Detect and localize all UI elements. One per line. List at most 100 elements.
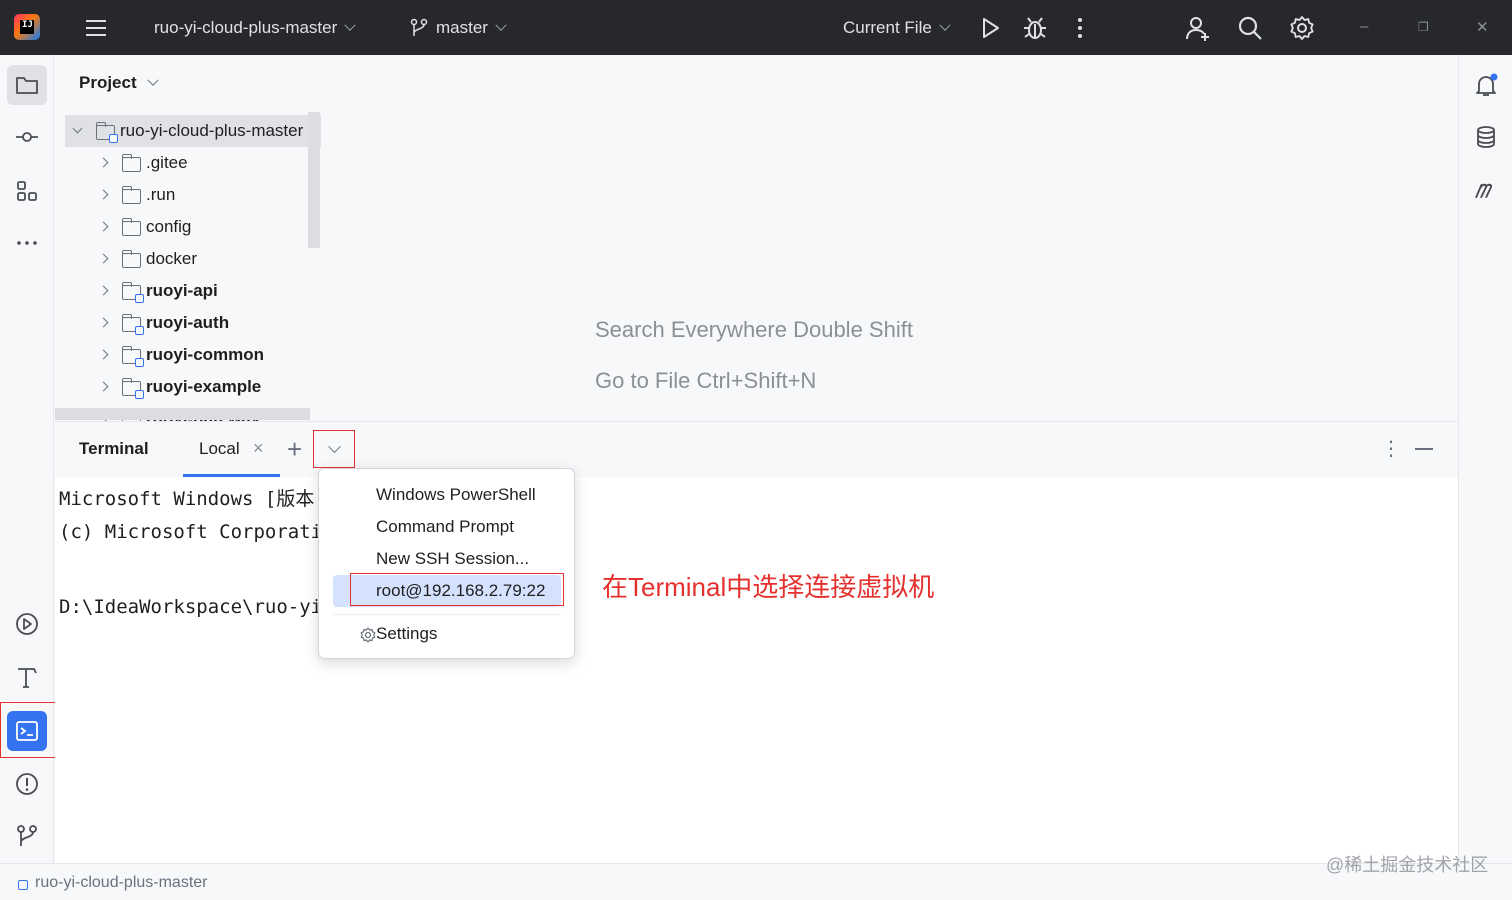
right-tool-strip <box>1458 55 1512 863</box>
module-folder-icon <box>121 378 144 399</box>
project-panel-title[interactable]: Project <box>79 73 159 93</box>
chevron-down-icon <box>327 439 341 453</box>
chevron-right-icon[interactable] <box>98 381 109 392</box>
more-horizontal-icon <box>17 241 37 245</box>
terminal-tab-label: Local <box>199 439 240 458</box>
folder-icon <box>16 77 38 94</box>
run-icon[interactable] <box>976 14 1004 42</box>
commit-tool-button[interactable] <box>7 117 47 157</box>
search-icon[interactable] <box>1236 14 1264 42</box>
terminal-tab-local[interactable]: Local × <box>183 422 280 477</box>
notifications-button[interactable] <box>1466 65 1506 105</box>
run-config-selector[interactable]: Current File <box>843 0 951 55</box>
branch-selector[interactable]: master <box>410 0 507 55</box>
structure-icon <box>17 181 37 201</box>
chevron-right-icon[interactable] <box>98 349 109 360</box>
project-vertical-scrollbar[interactable] <box>308 112 320 248</box>
terminal-title: Terminal <box>79 439 149 458</box>
project-panel: Project ruo-yi-cloud-plus-master .gitee .r… <box>55 55 323 421</box>
bell-icon <box>1476 73 1498 96</box>
chevron-right-icon[interactable] <box>98 253 109 264</box>
popup-item-command-prompt[interactable]: Command Prompt <box>333 511 561 543</box>
project-tree-row[interactable]: config <box>55 211 323 243</box>
commit-icon <box>16 132 38 142</box>
chevron-down-icon[interactable] <box>72 123 83 134</box>
structure-tool-button[interactable] <box>7 171 47 211</box>
intellij-logo-icon[interactable]: IJ <box>14 14 40 40</box>
terminal-dropdown-button[interactable] <box>313 430 355 468</box>
project-selector[interactable]: ruo-yi-cloud-plus-master <box>154 0 356 55</box>
project-tree-row[interactable]: ruoyi-example <box>55 371 323 403</box>
editor-area: Search Everywhere Double Shift Go to Fil… <box>323 55 1458 421</box>
chevron-down-icon <box>495 19 507 31</box>
module-folder-icon <box>95 122 118 143</box>
left-tool-strip <box>0 55 57 863</box>
popup-item-new-ssh-session[interactable]: New SSH Session... <box>333 543 561 575</box>
folder-icon <box>121 186 141 204</box>
chevron-right-icon[interactable] <box>98 157 109 168</box>
project-tree-row[interactable]: ruo-yi-cloud-plus-master <box>65 115 321 147</box>
terminal-header: Terminal Local × + ⋮ <box>55 422 1458 477</box>
folder-icon <box>121 154 141 172</box>
project-tree-row[interactable]: ruoyi-auth <box>55 307 323 339</box>
popup-item-powershell[interactable]: Windows PowerShell <box>333 479 561 511</box>
project-horizontal-scrollbar[interactable] <box>55 408 310 420</box>
close-window-button[interactable]: ✕ <box>1476 18 1489 36</box>
new-terminal-button[interactable]: + <box>287 434 302 465</box>
terminal-highlight-box <box>0 702 57 758</box>
folder-icon <box>121 218 141 236</box>
problems-icon <box>16 773 38 795</box>
terminal-line: (c) Microsoft Corporation <box>59 521 345 543</box>
git-branch-icon <box>410 18 428 36</box>
services-tool-button[interactable] <box>7 604 47 644</box>
project-tree-label: ruoyi-example <box>146 377 262 396</box>
database-tool-button[interactable] <box>1466 117 1506 157</box>
project-name: ruo-yi-cloud-plus-master <box>154 17 338 37</box>
chevron-right-icon[interactable] <box>98 285 109 296</box>
module-folder-icon <box>121 346 144 367</box>
terminal-output[interactable]: Microsoft Windows [版本 10.0 (c) Microsoft… <box>55 477 1458 863</box>
git-tool-button[interactable] <box>7 816 47 856</box>
branch-name: master <box>436 17 488 37</box>
project-tree-label: config <box>146 217 192 236</box>
popup-item-settings[interactable]: Settings <box>333 618 561 650</box>
module-folder-icon <box>121 314 144 335</box>
chevron-right-icon[interactable] <box>98 317 109 328</box>
title-bar: IJ ruo-yi-cloud-plus-master master Curre… <box>0 0 1512 55</box>
minimize-window-button[interactable]: – <box>1360 18 1368 35</box>
build-tool-button[interactable] <box>7 657 47 697</box>
chevron-right-icon[interactable] <box>98 189 109 200</box>
more-tools-button[interactable] <box>7 223 47 263</box>
project-tree-row[interactable]: ruoyi-common <box>55 339 323 371</box>
restore-window-button[interactable]: ❐ <box>1418 20 1429 34</box>
project-tool-button[interactable] <box>7 65 47 105</box>
debug-icon[interactable] <box>1021 14 1049 42</box>
project-tree-label: ruo-yi-cloud-plus-master <box>120 121 304 140</box>
status-project-breadcrumb[interactable]: ruo-yi-cloud-plus-master <box>35 874 208 892</box>
annotation-text: 在Terminal中选择连接虚拟机 <box>602 572 935 602</box>
project-tree-label: .run <box>146 185 176 204</box>
chevron-down-icon <box>344 19 356 31</box>
search-everywhere-hint: Search Everywhere Double Shift <box>595 317 913 342</box>
terminal-options-icon[interactable]: ⋮ <box>1381 436 1401 461</box>
project-tree-label: ruoyi-api <box>146 281 218 300</box>
more-actions-icon[interactable] <box>1066 14 1094 42</box>
close-tab-icon[interactable]: × <box>253 438 264 459</box>
project-tree-row[interactable]: docker <box>55 243 323 275</box>
project-tree-row[interactable]: .gitee <box>55 147 323 179</box>
terminal-shell-popup: Windows PowerShell Command Prompt New SS… <box>318 468 575 659</box>
popup-separator <box>333 614 561 615</box>
project-tree-row[interactable]: .run <box>55 179 323 211</box>
chevron-down-icon <box>146 74 159 86</box>
settings-gear-icon[interactable] <box>1288 14 1316 42</box>
ssh-host-highlight-box <box>350 573 564 606</box>
chevron-right-icon[interactable] <box>98 221 109 232</box>
project-tree-label: docker <box>146 249 198 268</box>
problems-tool-button[interactable] <box>7 764 47 804</box>
maven-tool-button[interactable] <box>1466 169 1506 209</box>
hide-panel-button[interactable] <box>1415 448 1433 450</box>
chevron-down-icon <box>939 19 951 31</box>
project-tree-row[interactable]: ruoyi-api <box>55 275 323 307</box>
add-user-icon[interactable] <box>1184 14 1212 42</box>
main-menu-icon[interactable] <box>82 14 110 42</box>
